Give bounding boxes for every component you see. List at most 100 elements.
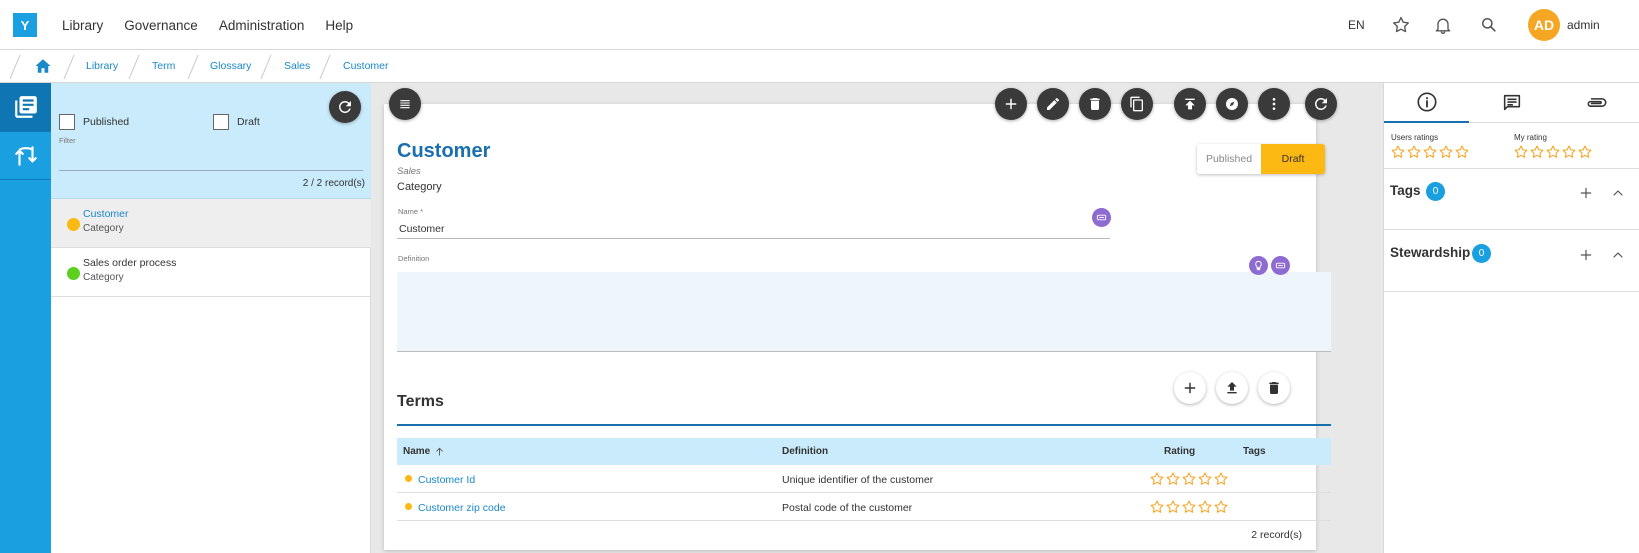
delete-button[interactable]: [1079, 88, 1111, 120]
star-outline-icon[interactable]: [1149, 499, 1165, 515]
list-item-title: Customer: [83, 208, 129, 220]
my-rating[interactable]: [1513, 144, 1593, 160]
name-field[interactable]: Customer: [399, 223, 445, 235]
definition-field[interactable]: [397, 272, 1331, 352]
lightbulb-icon[interactable]: [1249, 256, 1268, 275]
pencil-icon: [1047, 97, 1060, 110]
star-icon[interactable]: [1391, 15, 1411, 35]
star-outline-icon[interactable]: [1149, 471, 1165, 487]
avatar[interactable]: AD: [1528, 9, 1560, 41]
translate-icon[interactable]: [1271, 256, 1290, 275]
paperclip-icon: [1587, 98, 1606, 107]
breadcrumb-library[interactable]: Library: [86, 60, 118, 72]
tags-section: Tags 0: [1384, 168, 1639, 230]
left-nav-library[interactable]: [0, 83, 51, 131]
edit-button[interactable]: [1037, 88, 1069, 120]
column-tags-header[interactable]: Tags: [1243, 446, 1266, 457]
sort-ascending-icon[interactable]: [434, 446, 445, 457]
add-button[interactable]: [995, 88, 1027, 120]
star-outline-icon[interactable]: [1513, 144, 1529, 160]
publish-button[interactable]: [1174, 88, 1206, 120]
detail-card: Customer Sales Category Published Draft …: [384, 104, 1331, 550]
toggle-list-button[interactable]: [389, 88, 421, 120]
tab-info[interactable]: [1384, 83, 1469, 123]
tab-attachments[interactable]: [1554, 83, 1639, 123]
explore-button[interactable]: [1216, 88, 1248, 120]
list-item[interactable]: Sales order process Category: [51, 248, 371, 297]
username[interactable]: admin: [1567, 18, 1600, 32]
star-outline-icon: [1391, 145, 1405, 158]
star-outline-icon[interactable]: [1561, 144, 1577, 160]
duplicate-button[interactable]: [1121, 88, 1153, 120]
breadcrumb-separator: [187, 54, 199, 80]
nav-governance[interactable]: Governance: [124, 18, 198, 33]
search-icon[interactable]: [1479, 15, 1499, 35]
stewardship-section: Stewardship 0: [1384, 230, 1639, 292]
star-outline-icon[interactable]: [1213, 471, 1229, 487]
refresh-button[interactable]: [1305, 88, 1337, 120]
star-outline-icon[interactable]: [1181, 499, 1197, 515]
star-outline-icon: [1455, 145, 1469, 158]
star-outline-icon[interactable]: [1197, 471, 1213, 487]
star-outline-icon[interactable]: [1545, 144, 1561, 160]
status-published-button[interactable]: Published: [1197, 144, 1261, 174]
tags-count-badge: 0: [1426, 182, 1445, 201]
star-outline-icon[interactable]: [1165, 471, 1181, 487]
term-rating[interactable]: [1149, 471, 1229, 487]
column-definition-header[interactable]: Definition: [782, 446, 828, 457]
breadcrumb-sales[interactable]: Sales: [284, 60, 310, 72]
nav-administration[interactable]: Administration: [219, 18, 305, 33]
chevron-up-icon[interactable]: [1610, 185, 1626, 201]
refresh-icon: [338, 100, 351, 113]
star-outline-icon[interactable]: [1181, 471, 1197, 487]
left-nav-lineage[interactable]: [0, 132, 51, 180]
language-selector[interactable]: EN: [1348, 18, 1365, 32]
terms-section-title: Terms: [397, 393, 444, 410]
breadcrumb-term[interactable]: Term: [152, 60, 175, 72]
left-nav: [0, 83, 51, 553]
refresh-list-button[interactable]: [329, 91, 361, 123]
star-outline-icon[interactable]: [1213, 499, 1229, 515]
column-name-header[interactable]: Name: [403, 446, 430, 457]
table-row[interactable]: Customer Id Unique identifier of the cus…: [397, 465, 1331, 493]
table-row[interactable]: Customer zip code Postal code of the cus…: [397, 493, 1331, 521]
term-definition: Postal code of the customer: [782, 502, 913, 514]
bell-icon[interactable]: [1433, 15, 1453, 35]
nav-help[interactable]: Help: [325, 18, 353, 33]
list-item[interactable]: Customer Category: [51, 199, 371, 248]
published-checkbox[interactable]: [59, 114, 75, 130]
delete-term-button[interactable]: [1258, 372, 1290, 404]
nav-library[interactable]: Library: [62, 18, 103, 33]
add-term-button[interactable]: [1174, 372, 1206, 404]
chevron-up-icon[interactable]: [1610, 247, 1626, 263]
star-outline-icon[interactable]: [1197, 499, 1213, 515]
term-name-link[interactable]: Customer Id: [418, 474, 475, 486]
star-outline-icon[interactable]: [1577, 144, 1593, 160]
add-steward-icon[interactable]: [1578, 247, 1594, 263]
tab-comments[interactable]: [1469, 83, 1554, 123]
draft-checkbox[interactable]: [213, 114, 229, 130]
swap-vertical-icon: [14, 146, 37, 166]
column-rating-header[interactable]: Rating: [1164, 446, 1195, 457]
info-icon: [1416, 92, 1437, 112]
upload-term-button[interactable]: [1216, 372, 1248, 404]
breadcrumb-glossary[interactable]: Glossary: [210, 60, 251, 72]
right-panel: Users ratings My rating Tags 0 Stewardsh…: [1383, 83, 1639, 553]
term-rating[interactable]: [1149, 499, 1229, 515]
breadcrumb-customer[interactable]: Customer: [343, 60, 389, 72]
terms-record-count: 2 record(s): [1251, 529, 1302, 541]
status-draft-button[interactable]: Draft: [1261, 144, 1325, 174]
breadcrumb-separator: [9, 54, 21, 80]
breadcrumb-separator: [63, 54, 75, 80]
star-outline-icon[interactable]: [1165, 499, 1181, 515]
more-options-button[interactable]: [1258, 88, 1290, 120]
home-icon[interactable]: [34, 57, 52, 75]
breadcrumb-separator: [128, 54, 140, 80]
filter-input[interactable]: [59, 170, 363, 171]
app-logo[interactable]: Y: [13, 13, 37, 37]
star-outline-icon[interactable]: [1529, 144, 1545, 160]
add-tag-icon[interactable]: [1578, 185, 1594, 201]
translate-icon[interactable]: [1092, 208, 1111, 227]
term-name-link[interactable]: Customer zip code: [418, 502, 506, 514]
breadcrumb-separator: [319, 54, 331, 80]
